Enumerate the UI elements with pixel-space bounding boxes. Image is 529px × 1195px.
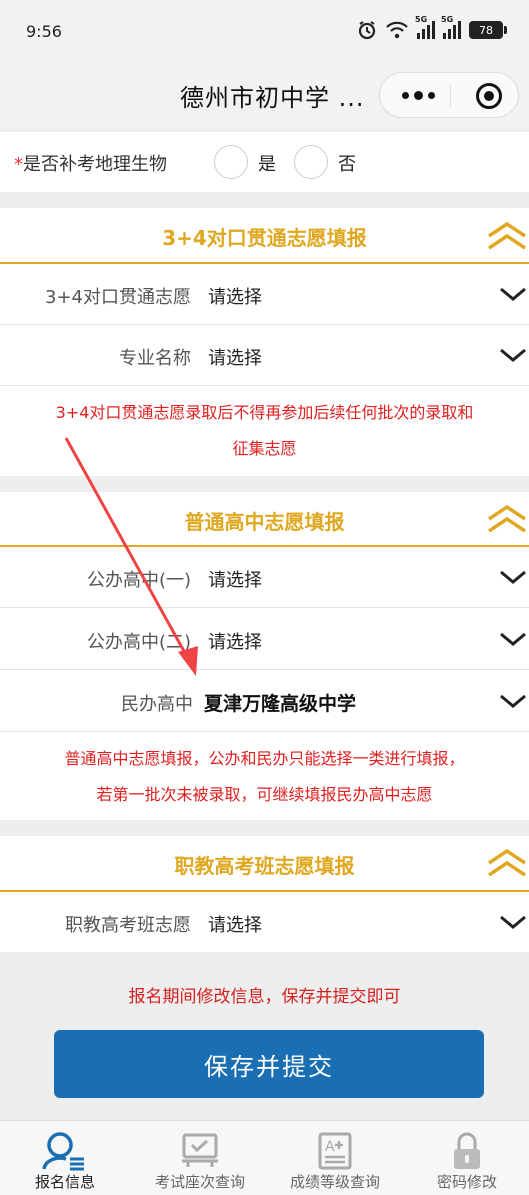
row-label: 职教高考班志愿 — [65, 915, 191, 936]
tab-label: 成绩等级查询 — [289, 1173, 380, 1191]
status-time: 9:56 — [26, 22, 62, 41]
section-34-header[interactable]: 3+4对口贯通志愿填报 — [0, 208, 529, 263]
status-icons: 5G 5G 78 — [357, 15, 507, 40]
tab-password-change[interactable]: 密码修改 — [405, 1121, 529, 1195]
select-major-name[interactable]: 专业名称 请选择 — [0, 325, 529, 385]
miniapp-capsule — [379, 72, 519, 118]
tab-label: 密码修改 — [436, 1173, 497, 1191]
note-line: 若第一批次未被录取，可继续填报民办高中志愿 — [96, 785, 433, 804]
status-bar: 9:56 5G 5G 78 — [0, 0, 529, 64]
section-general-title: 普通高中志愿填报 — [184, 510, 345, 534]
chevron-down-icon[interactable] — [499, 347, 527, 363]
signal-icon-2: 5G — [441, 15, 461, 39]
chevron-down-icon[interactable] — [499, 286, 527, 302]
row-label: 专业名称 — [119, 348, 191, 369]
row-value: 请选择 — [208, 915, 262, 936]
chevron-down-icon[interactable] — [499, 914, 527, 930]
chevron-up-icon[interactable] — [487, 220, 527, 250]
grade-query-icon: A — [318, 1132, 352, 1170]
battery-icon: 78 — [469, 21, 507, 39]
select-34-volunteer[interactable]: 3+4对口贯通志愿 请选择 — [0, 264, 529, 324]
section-general-header[interactable]: 普通高中志愿填报 — [0, 492, 529, 545]
section-general-note: 普通高中志愿填报，公办和民办只能选择一类进行填报， 若第一批次未被录取，可继续填… — [0, 732, 529, 820]
makeup-question-label: *是否补考地理生物 — [14, 154, 167, 175]
save-note: 报名期间修改信息，保存并提交即可 — [128, 987, 401, 1007]
chevron-down-icon[interactable] — [499, 569, 527, 585]
tab-label: 报名信息 — [34, 1173, 95, 1191]
select-public-high-2[interactable]: 公办高中(二) 请选择 — [0, 608, 529, 669]
row-label: 民办高中 — [121, 694, 193, 715]
row-value: 请选择 — [208, 348, 262, 369]
chevron-up-icon[interactable] — [487, 847, 527, 877]
svg-text:A: A — [325, 1139, 335, 1155]
radio-yes-label: 是 — [258, 154, 276, 175]
makeup-question-row: *是否补考地理生物 是 否 — [0, 132, 529, 192]
row-value: 请选择 — [208, 632, 262, 653]
select-private-high[interactable]: 民办高中 夏津万隆高级中学 — [0, 670, 529, 731]
row-label: 3+4对口贯通志愿 — [45, 287, 191, 308]
chevron-down-icon[interactable] — [499, 693, 527, 709]
user-info-icon — [42, 1132, 84, 1171]
row-label: 公办高中(一) — [86, 570, 191, 591]
note-line: 普通高中志愿填报，公办和民办只能选择一类进行填报， — [64, 749, 465, 768]
tab-label: 考试座次查询 — [154, 1173, 245, 1191]
alarm-icon — [358, 21, 376, 40]
row-label: 公办高中(二) — [86, 632, 191, 653]
signal-icon-1: 5G — [415, 15, 435, 39]
close-target-icon[interactable] — [476, 83, 502, 109]
chevron-down-icon[interactable] — [499, 631, 527, 647]
section-34-title: 3+4对口贯通志愿填报 — [162, 226, 367, 250]
select-public-high-1[interactable]: 公办高中(一) 请选择 — [0, 547, 529, 607]
row-value: 请选择 — [208, 287, 262, 308]
more-icon[interactable] — [402, 91, 435, 100]
radio-yes[interactable] — [214, 145, 248, 179]
save-submit-button[interactable]: 保存并提交 — [54, 1030, 484, 1098]
row-value: 请选择 — [208, 570, 262, 591]
nav-bar: 德州市初中学 ... — [0, 64, 529, 130]
page-title: 德州市初中学 ... — [180, 84, 365, 112]
radio-no-label: 否 — [338, 154, 356, 175]
tab-grade-query[interactable]: A 成绩等级查询 — [270, 1121, 400, 1195]
section-vocational-header[interactable]: 职教高考班志愿填报 — [0, 836, 529, 890]
section-vocational-title: 职教高考班志愿填报 — [174, 854, 355, 878]
note-line: 征集志愿 — [232, 439, 297, 458]
lock-icon — [454, 1132, 480, 1169]
row-value: 夏津万隆高级中学 — [204, 693, 357, 715]
radio-no[interactable] — [294, 145, 328, 179]
chevron-up-icon[interactable] — [487, 503, 527, 533]
tab-bar: 报名信息 考试座次查询 A 成绩等级查询 密码修改 — [0, 1120, 529, 1195]
select-vocational-volunteer[interactable]: 职教高考班志愿 请选择 — [0, 892, 529, 952]
tab-registration-info[interactable]: 报名信息 — [0, 1121, 130, 1195]
seat-query-icon — [182, 1133, 218, 1167]
section-34-note: 3+4对口贯通志愿录取后不得再参加后续任何批次的录取和 征集志愿 — [0, 386, 529, 476]
wifi-icon — [386, 21, 408, 39]
tab-seat-query[interactable]: 考试座次查询 — [135, 1121, 265, 1195]
note-line: 3+4对口贯通志愿录取后不得再参加后续任何批次的录取和 — [55, 403, 474, 422]
